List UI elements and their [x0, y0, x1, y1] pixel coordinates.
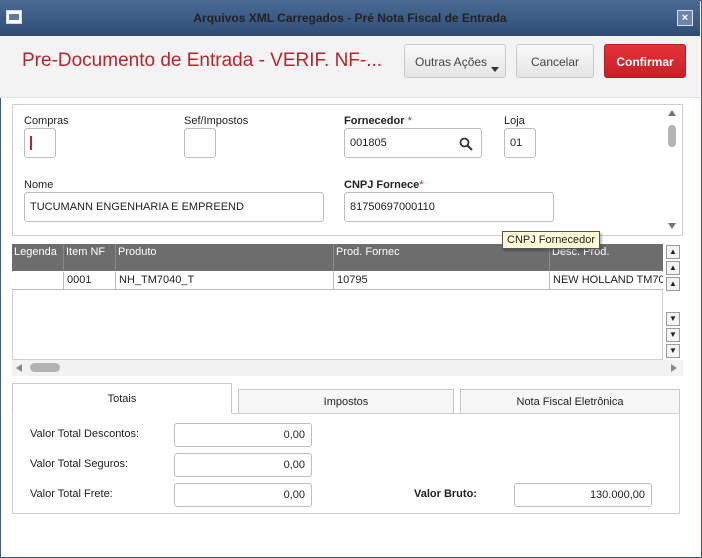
scroll-page-up-icon[interactable]: ▲ — [666, 261, 680, 275]
grid-horizontal-scrollbar[interactable] — [12, 360, 683, 376]
descontos-label: Valor Total Descontos: — [30, 428, 140, 440]
other-actions-label: Outras Ações — [415, 55, 488, 69]
tab-impostos[interactable]: Impostos — [238, 389, 454, 414]
scroll-left-icon[interactable] — [16, 364, 22, 372]
compras-field[interactable] — [24, 128, 56, 158]
column-header-produto[interactable]: Produto — [116, 244, 334, 271]
seguros-label: Valor Total Seguros: — [30, 458, 129, 470]
frete-field[interactable]: 0,00 — [174, 483, 312, 507]
scroll-up-icon[interactable]: ▲ — [666, 277, 680, 291]
form-scroll-thumb[interactable] — [668, 125, 676, 147]
valor-bruto-field[interactable]: 130.000,00 — [514, 483, 652, 507]
cell-produto: NH_TM7040_T — [116, 272, 334, 289]
cnpj-label: CNPJ Fornece* — [344, 179, 424, 191]
table-row[interactable]: 0001 NH_TM7040_T 10795 NEW HOLLAND TM704… — [12, 272, 663, 290]
loja-field[interactable]: 01 — [504, 128, 536, 158]
fornecedor-field[interactable]: 001805 — [344, 128, 482, 158]
frete-label: Valor Total Frete: — [30, 488, 113, 500]
scroll-down-icon[interactable] — [668, 223, 676, 229]
page-title: Pre-Documento de Entrada - VERIF. NF-... — [22, 50, 383, 71]
scroll-down-icon[interactable]: ▼ — [666, 312, 680, 326]
column-header-legenda[interactable]: Legenda — [12, 244, 64, 271]
valor-bruto-label: Valor Bruto: — [414, 488, 477, 500]
close-icon[interactable]: × — [677, 10, 693, 26]
nome-field[interactable]: TUCUMANN ENGENHARIA E EMPREEND — [24, 192, 324, 222]
scroll-top-icon[interactable]: ▲ — [666, 245, 680, 259]
text-cursor — [30, 136, 32, 150]
descontos-field[interactable]: 0,00 — [174, 423, 312, 447]
grid-scroll-thumb[interactable] — [30, 363, 60, 372]
seguros-field[interactable]: 0,00 — [174, 453, 312, 477]
scroll-right-icon[interactable] — [671, 364, 677, 372]
cnpj-tooltip: CNPJ Fornecedor — [502, 231, 601, 249]
nome-label: Nome — [24, 179, 54, 191]
loja-label: Loja — [504, 115, 525, 127]
sefimpostos-label: Sef/Impostos — [184, 115, 249, 127]
cancel-button[interactable]: Cancelar — [516, 44, 594, 78]
cell-item-nf: 0001 — [64, 272, 116, 289]
compras-label: Compras — [24, 115, 69, 127]
sefimpostos-field[interactable] — [184, 128, 216, 158]
tab-nota-fiscal-eletronica[interactable]: Nota Fiscal Eletrônica — [460, 389, 680, 414]
form-scrollbar[interactable] — [665, 107, 679, 233]
cell-legenda — [12, 272, 64, 289]
fornecedor-label: Fornecedor * — [344, 115, 412, 127]
window-title: Arquivos XML Carregados - Pré Nota Fisca… — [193, 11, 507, 25]
cell-prod-fornec: 10795 — [334, 272, 550, 289]
dropdown-arrow-icon — [491, 67, 499, 72]
cell-desc-prod: NEW HOLLAND TM7040 — [553, 274, 663, 286]
cnpj-field[interactable]: 81750697000110 — [344, 192, 554, 222]
scroll-bottom-icon[interactable]: ▼ — [666, 344, 680, 358]
other-actions-button[interactable]: Outras Ações — [404, 44, 506, 78]
search-icon[interactable] — [459, 137, 473, 151]
column-header-item-nf[interactable]: Item NF — [64, 244, 116, 271]
confirm-button[interactable]: Confirmar — [604, 44, 686, 78]
scroll-up-icon[interactable] — [668, 110, 676, 116]
tab-totais[interactable]: Totais — [12, 383, 232, 414]
fornecedor-value: 001805 — [350, 137, 387, 149]
scroll-page-down-icon[interactable]: ▼ — [666, 328, 680, 342]
